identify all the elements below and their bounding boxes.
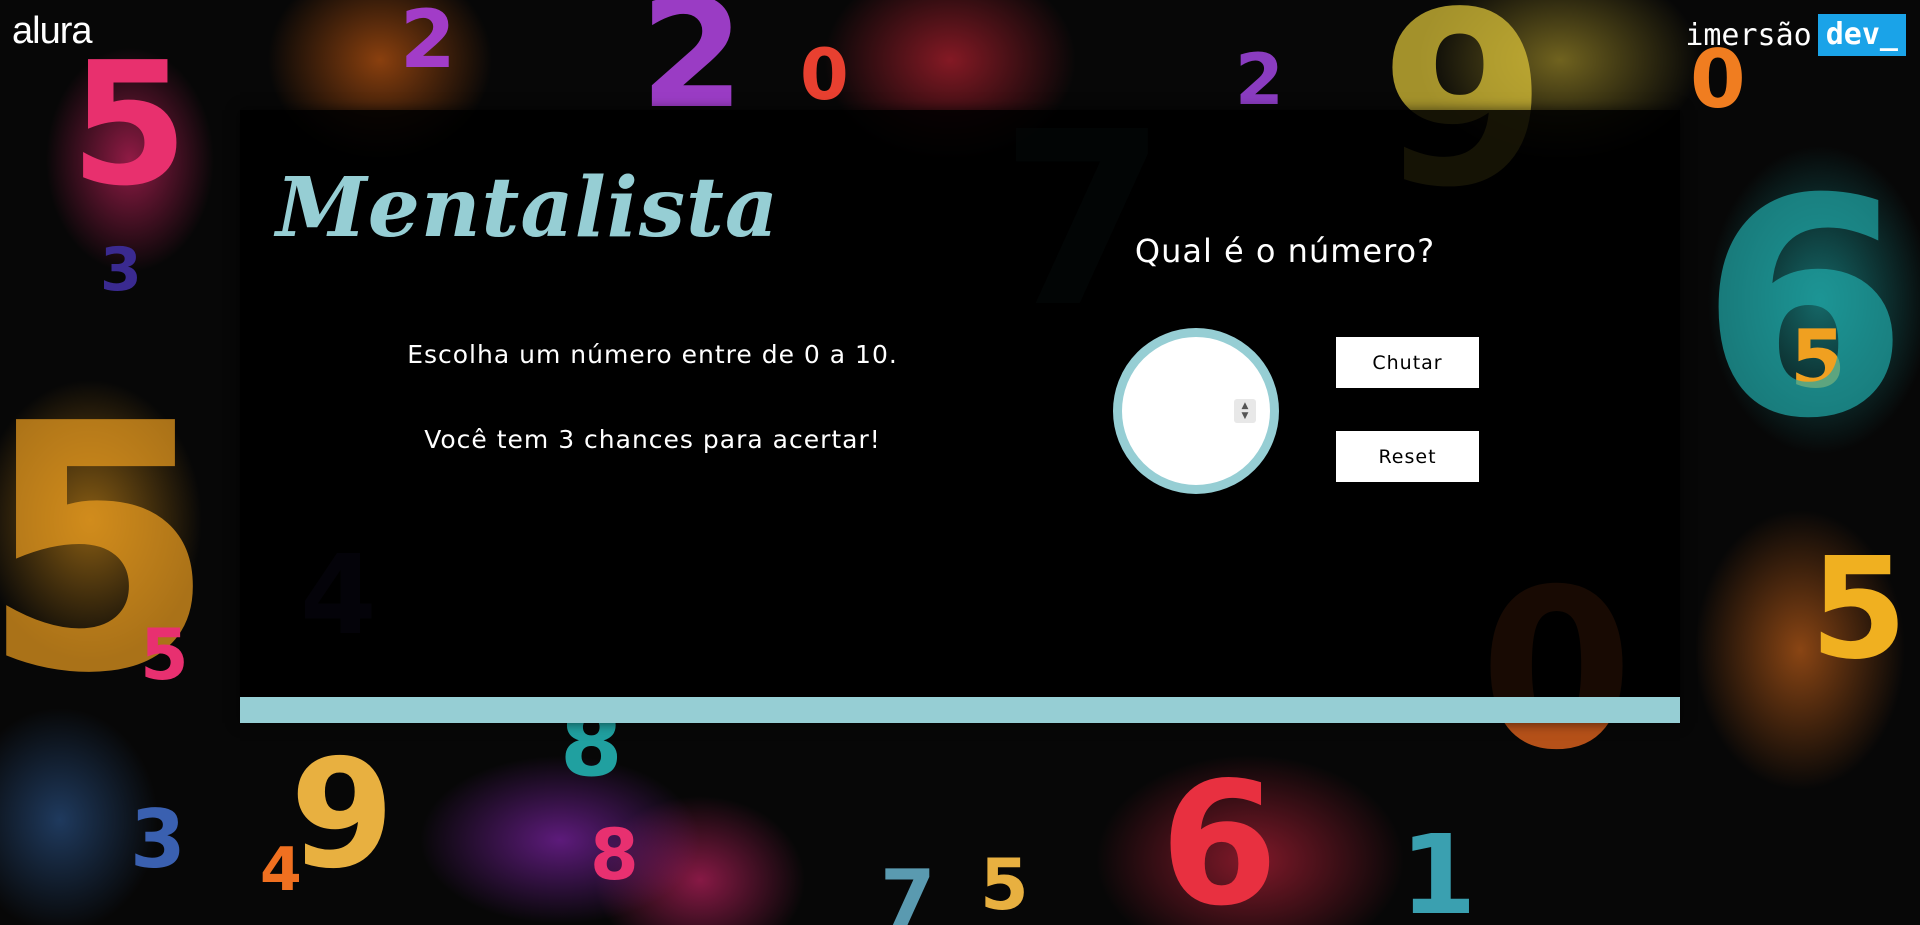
background-digit: 8 <box>590 814 639 896</box>
background-digit: 0 <box>800 34 849 116</box>
chances-text: Você tem 3 chances para acertar! <box>424 425 881 454</box>
instruction-text: Escolha um número entre de 0 a 10. <box>407 340 898 369</box>
background-digit: 5 <box>980 844 1029 925</box>
alura-logo: alura <box>12 10 92 52</box>
page: 5 2 2 0 2 9 0 3 5 7 5 6 5 4 9 8 7 5 6 1 … <box>0 0 1920 925</box>
question-heading: Qual é o número? <box>1134 232 1436 270</box>
chevron-up-icon[interactable]: ▲ <box>1242 401 1249 411</box>
background-digit: 5 <box>70 26 189 224</box>
imersao-dev-logo: imersão dev_ <box>1685 14 1906 56</box>
imersao-label: imersão <box>1685 17 1812 53</box>
card-bottom-bar <box>240 697 1680 723</box>
dev-badge: dev_ <box>1817 14 1906 56</box>
background-digit: 5 <box>140 614 189 696</box>
background-digit: 6 <box>1160 746 1279 925</box>
background-digit: 7 <box>880 853 936 925</box>
background-digit: 2 <box>1235 39 1284 121</box>
background-digit: 4 <box>260 835 302 905</box>
background-digit: 5 <box>1810 528 1908 691</box>
background-digit: 5 <box>1790 313 1846 406</box>
game-card: Mentalista Escolha um número entre de 0 … <box>240 110 1680 723</box>
reset-button[interactable]: Reset <box>1336 431 1479 482</box>
background-digit: 6 <box>1700 135 1909 484</box>
number-spinner[interactable]: ▲ ▼ <box>1234 399 1256 423</box>
guess-input-wrapper: ▲ ▼ <box>1113 328 1279 494</box>
chevron-down-icon[interactable]: ▼ <box>1242 411 1249 421</box>
background-digit: 3 <box>130 793 186 886</box>
guess-button[interactable]: Chutar <box>1336 337 1479 388</box>
page-title: Mentalista <box>276 160 780 256</box>
background-digit: 3 <box>100 235 142 305</box>
background-digit: 2 <box>400 0 456 86</box>
background-digit: 5 <box>0 352 217 748</box>
background-digit: 9 <box>290 728 395 902</box>
background-digit: 1 <box>1400 811 1477 925</box>
